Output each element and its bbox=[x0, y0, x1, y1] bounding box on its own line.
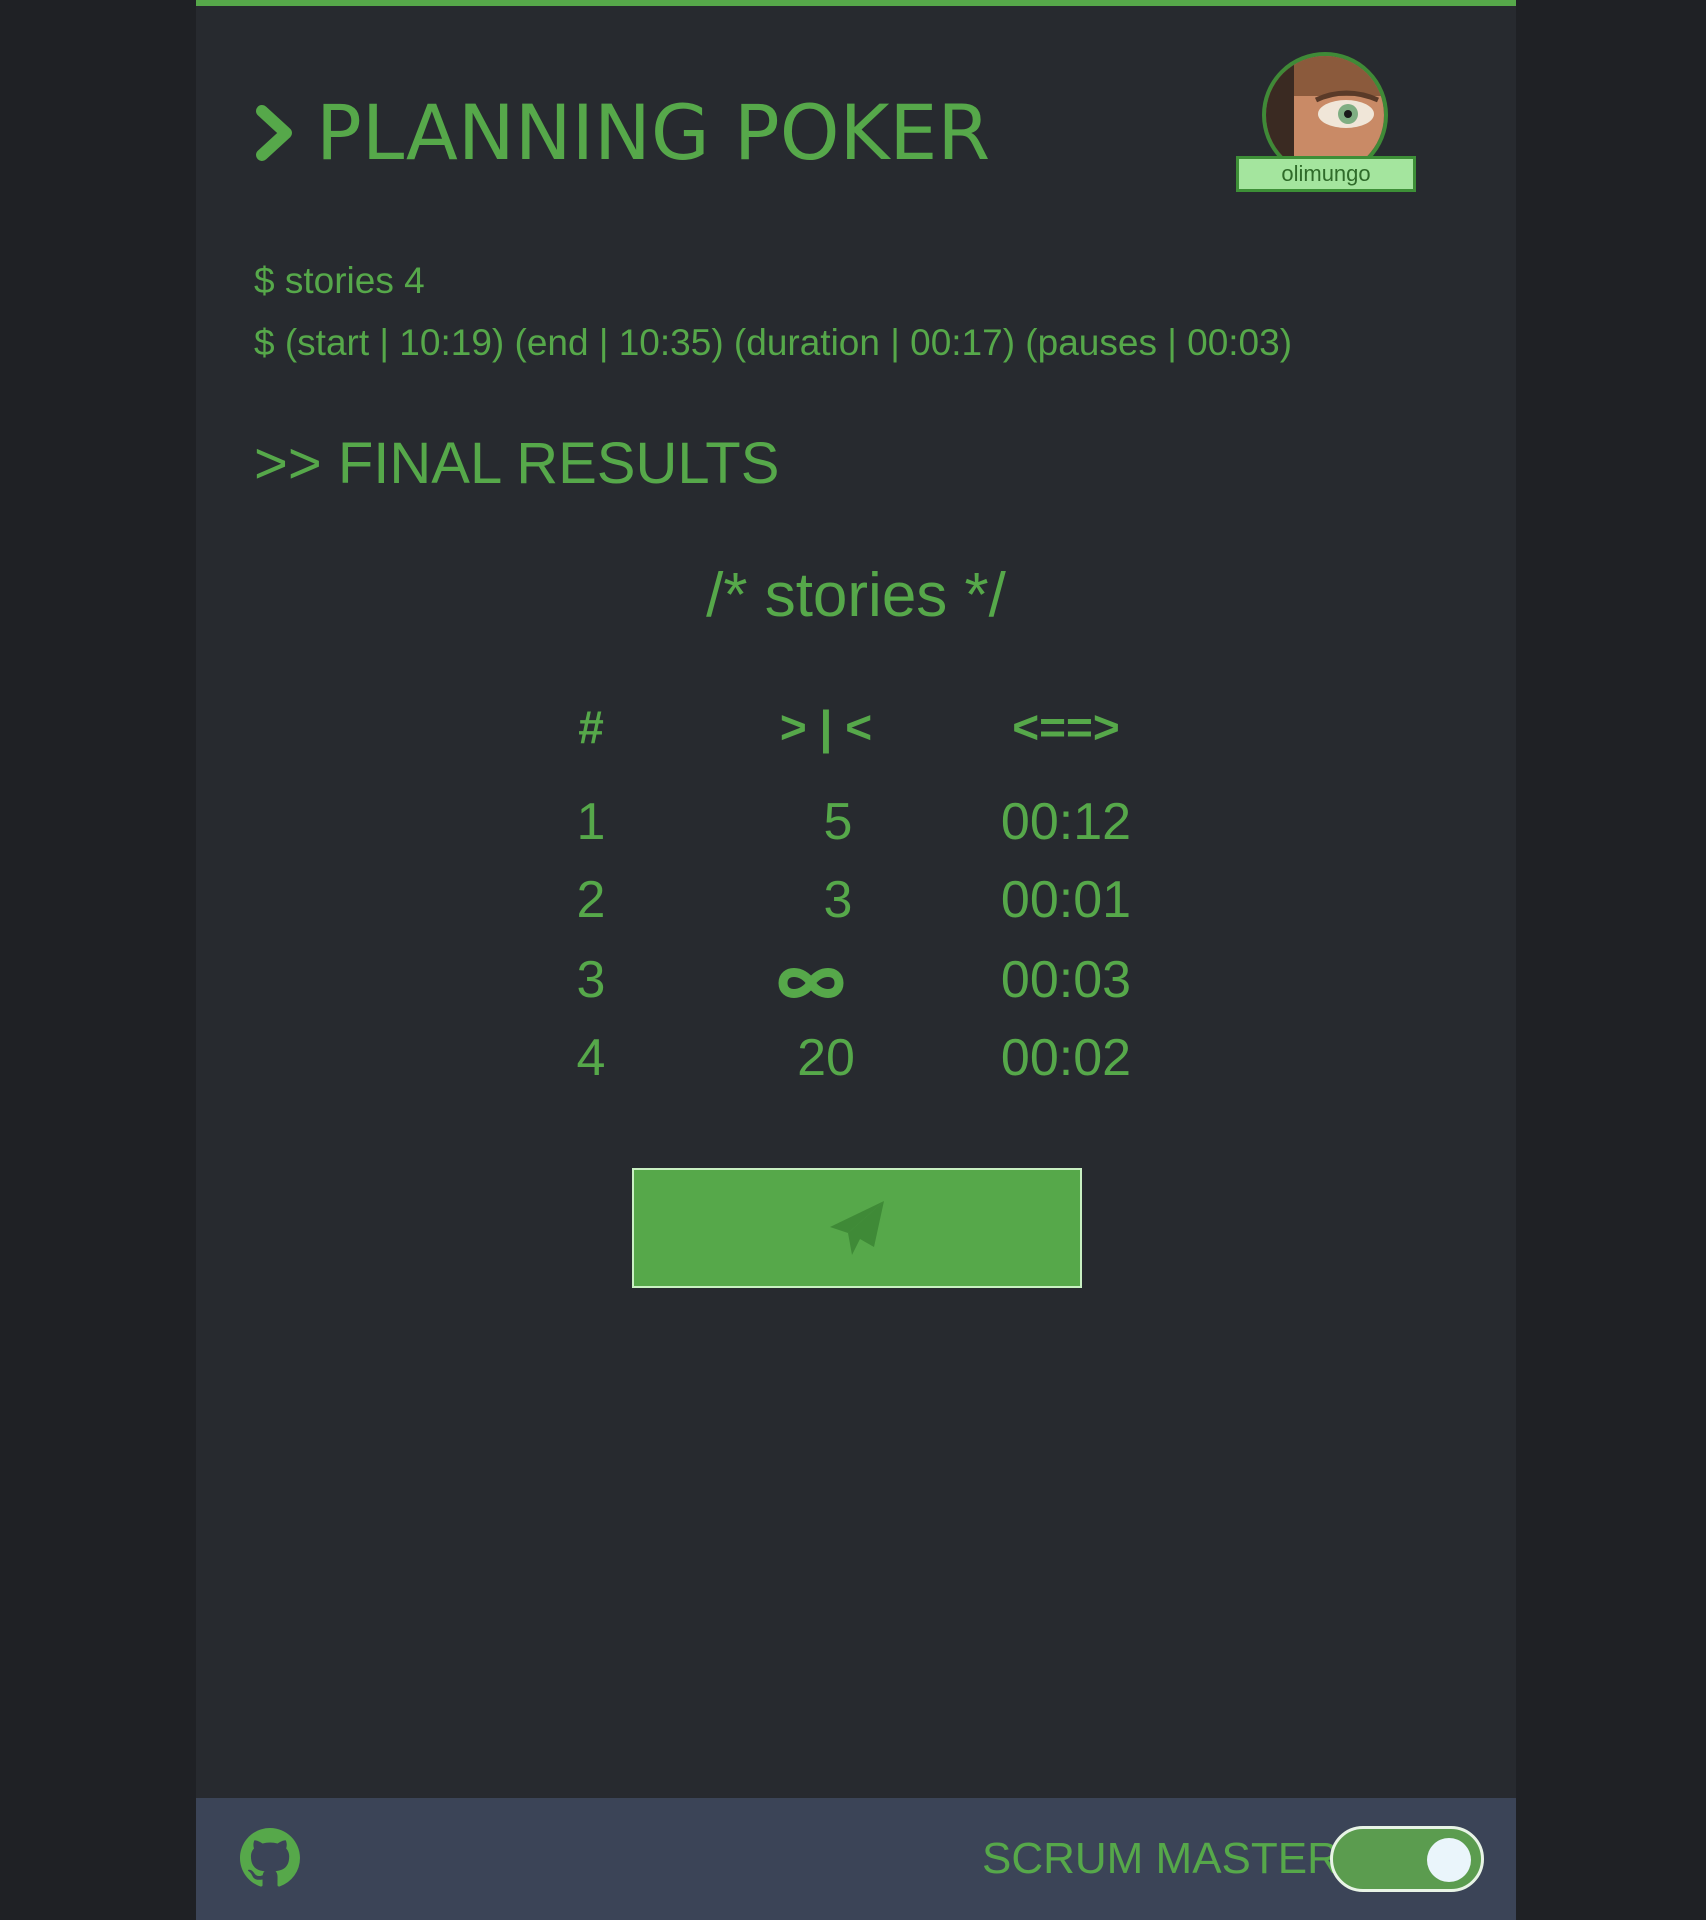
row-1-number: 1 bbox=[576, 793, 606, 851]
toggle-knob bbox=[1427, 1838, 1471, 1882]
row-3-number: 3 bbox=[576, 951, 606, 1009]
row-4-number: 4 bbox=[576, 1029, 606, 1087]
row-2-duration: 00:01 bbox=[1000, 871, 1132, 929]
column-header-points: > | < bbox=[779, 701, 873, 753]
stories-count: $ stories 4 bbox=[254, 260, 425, 301]
app-page: PLANNING POKER olimungo $ stories 4 $ (s… bbox=[196, 0, 1516, 1920]
scrum-master-label: SCRUM MASTER bbox=[982, 1834, 1339, 1883]
session-times: $ (start | 10:19) (end | 10:35) (duratio… bbox=[254, 322, 1293, 363]
user-badge[interactable]: olimungo bbox=[1236, 52, 1420, 196]
column-header-number: # bbox=[578, 701, 604, 753]
footer: SCRUM MASTER bbox=[196, 1798, 1516, 1920]
page-header: PLANNING POKER bbox=[254, 88, 990, 178]
row-3-duration: 00:03 bbox=[1000, 951, 1132, 1009]
chevron-right-icon bbox=[256, 105, 292, 161]
row-1-points: 5 bbox=[823, 793, 853, 851]
scrum-master-toggle[interactable] bbox=[1330, 1826, 1484, 1892]
username-label: olimungo bbox=[1236, 156, 1416, 192]
row-2-number: 2 bbox=[576, 871, 606, 929]
paper-plane-icon bbox=[830, 1201, 884, 1255]
row-1-duration: 00:12 bbox=[1000, 793, 1132, 851]
github-icon[interactable] bbox=[240, 1828, 300, 1888]
final-results-heading: >> FINAL RESULTS bbox=[254, 431, 780, 496]
infinity-icon bbox=[778, 968, 844, 999]
send-results-button[interactable] bbox=[632, 1168, 1082, 1288]
column-header-duration: <==> bbox=[1012, 701, 1120, 753]
row-4-points: 20 bbox=[797, 1029, 855, 1087]
row-2-points: 3 bbox=[823, 871, 853, 929]
stories-table-title: /* stories */ bbox=[706, 561, 1006, 630]
row-4-duration: 00:02 bbox=[1000, 1029, 1132, 1087]
row-3-points bbox=[726, 950, 926, 1010]
top-accent-bar bbox=[196, 0, 1516, 6]
page-title: PLANNING POKER bbox=[316, 88, 991, 177]
